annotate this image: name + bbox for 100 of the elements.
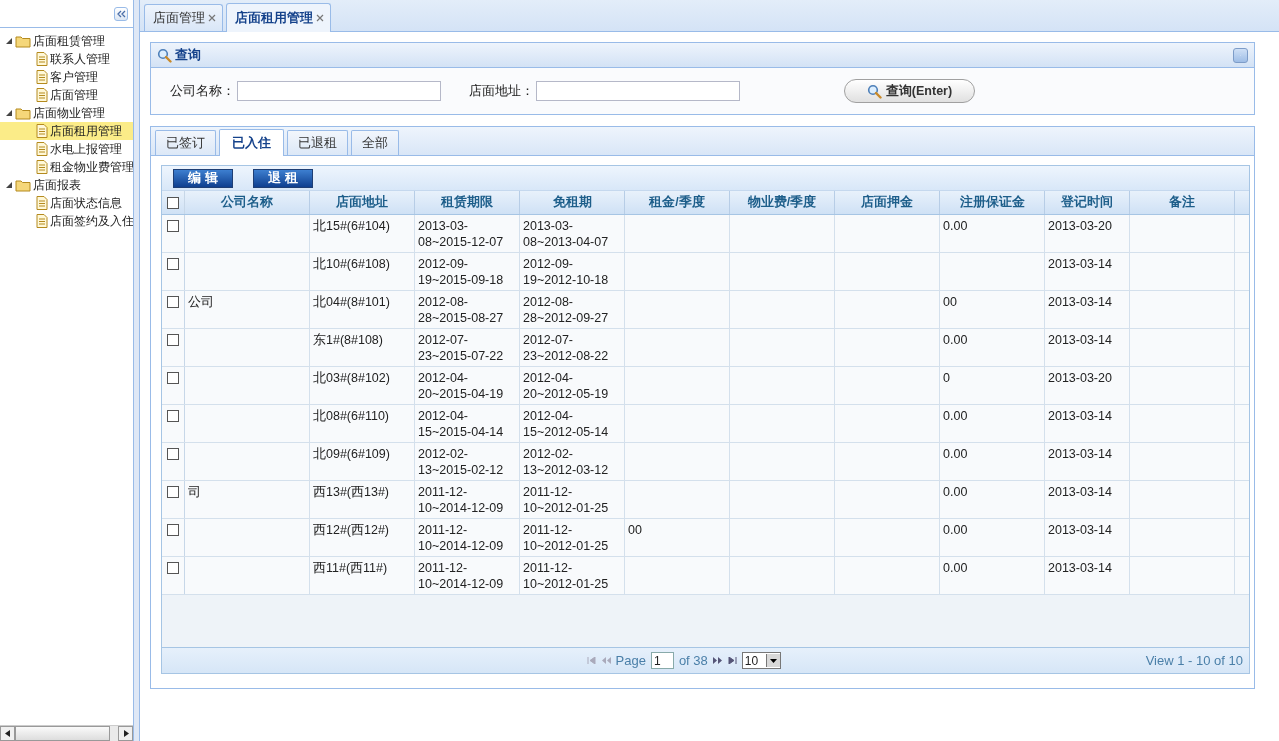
last-page-icon[interactable] [727, 657, 737, 664]
document-icon [36, 196, 48, 210]
table-cell: 2011-12-10~2014-12-09 [415, 519, 520, 556]
panel-title: 查询 [175, 46, 202, 64]
table-cell: 2013-03-08~2013-04-07 [520, 215, 625, 252]
table-cell: 北15#(6#104) [310, 215, 415, 252]
table-cell: 0 [940, 367, 1045, 404]
table-cell: 北09#(6#109) [310, 443, 415, 480]
search-button[interactable]: 查询(Enter) [844, 79, 975, 103]
tree-item[interactable]: 店面状态信息 [0, 194, 133, 212]
table-cell: 2013-03-20 [1045, 215, 1130, 252]
table-cell: 2012-09-19~2012-10-18 [520, 253, 625, 290]
scroll-left-icon[interactable] [4, 730, 11, 737]
status-tab[interactable]: 已签订 [155, 130, 216, 155]
table-cell: 2013-03-20 [1045, 367, 1130, 404]
close-icon[interactable] [208, 14, 216, 22]
page-size-select[interactable]: 10 [741, 652, 782, 669]
search-icon [866, 83, 882, 99]
toolbar-button[interactable]: 退 租 [253, 168, 313, 188]
status-tab[interactable]: 已退租 [287, 130, 348, 155]
table-cell: 00 [625, 519, 730, 556]
table-cell: 0.00 [940, 405, 1045, 442]
table-cell: 0.00 [940, 215, 1045, 252]
table-cell: 2011-12-10~2012-01-25 [520, 481, 625, 518]
table-cell: 2012-04-20~2012-05-19 [520, 367, 625, 404]
table-cell: 2012-09-19~2015-09-18 [415, 253, 520, 290]
table-cell: 2012-04-20~2015-04-19 [415, 367, 520, 404]
table-cell: 2013-03-14 [1045, 519, 1130, 556]
expander-icon[interactable] [5, 181, 13, 189]
column-header[interactable]: 租金/季度 [625, 191, 730, 214]
checkbox[interactable] [167, 448, 179, 460]
input-field[interactable] [237, 81, 441, 101]
checkbox[interactable] [167, 486, 179, 498]
table-cell: 00 [940, 291, 1045, 328]
table-cell: 0.00 [940, 557, 1045, 594]
status-tab[interactable]: 已入住 [219, 129, 284, 156]
column-header[interactable]: 注册保证金 [940, 191, 1045, 214]
tree-item[interactable]: 联系人管理 [0, 50, 133, 68]
column-header[interactable]: 店面押金 [835, 191, 940, 214]
checkbox[interactable] [167, 410, 179, 422]
pager-summary: View 1 - 10 of 10 [1145, 653, 1244, 668]
page-input[interactable]: 1 [650, 652, 674, 669]
field-label: 公司名称： [170, 82, 235, 100]
table-cell: 0.00 [940, 519, 1045, 556]
collapse-button[interactable] [114, 6, 128, 21]
table-cell: 2013-03-08~2015-12-07 [415, 215, 520, 252]
checkbox[interactable] [167, 524, 179, 536]
close-icon[interactable] [316, 14, 324, 22]
table-cell: 2012-04-15~2015-04-14 [415, 405, 520, 442]
page-tab[interactable]: 店面管理 [144, 4, 223, 31]
table-cell: 2012-07-23~2015-07-22 [415, 329, 520, 366]
tree-item[interactable]: 租金物业费管理 [0, 158, 133, 176]
scroll-right-icon[interactable] [122, 730, 129, 737]
checkbox[interactable] [167, 562, 179, 574]
horizontal-scrollbar[interactable] [0, 725, 133, 741]
tree-item[interactable]: 店面管理 [0, 86, 133, 104]
table-cell: 西11#(西11#) [310, 557, 415, 594]
table-cell: 2013-03-14 [1045, 481, 1130, 518]
column-header[interactable]: 公司名称 [185, 191, 310, 214]
page-tab[interactable]: 店面租用管理 [226, 3, 331, 32]
document-icon [36, 124, 48, 138]
folder-icon [15, 178, 31, 192]
table-cell: 北03#(8#102) [310, 367, 415, 404]
tree-item[interactable]: 客户管理 [0, 68, 133, 86]
next-page-icon[interactable] [712, 657, 723, 664]
dropdown-arrow-icon[interactable] [770, 658, 778, 663]
tree-item[interactable]: 店面签约及入住 [0, 212, 133, 230]
table-cell: 2011-12-10~2014-12-09 [415, 481, 520, 518]
input-field[interactable] [536, 81, 740, 101]
tree-folder[interactable]: 店面报表 [33, 176, 81, 194]
column-header[interactable]: 备注 [1130, 191, 1235, 214]
column-header[interactable]: 租赁期限 [415, 191, 520, 214]
checkbox[interactable] [167, 334, 179, 346]
table-cell: 0.00 [940, 329, 1045, 366]
page-label: Page [615, 653, 646, 668]
checkbox[interactable] [167, 296, 179, 308]
table-cell: 北04#(8#101) [310, 291, 415, 328]
expander-icon[interactable] [5, 109, 13, 117]
column-header[interactable]: 物业费/季度 [730, 191, 835, 214]
toolbar-button[interactable]: 编 辑 [173, 168, 233, 188]
tree-item[interactable]: 店面租用管理 [0, 122, 133, 140]
table-cell: 2012-07-23~2012-08-22 [520, 329, 625, 366]
folder-icon [15, 106, 31, 120]
checkbox[interactable] [167, 372, 179, 384]
column-header[interactable]: 免租期 [520, 191, 625, 214]
column-header[interactable]: 登记时间 [1045, 191, 1130, 214]
checkbox[interactable] [167, 220, 179, 232]
tree-folder[interactable]: 店面租赁管理 [33, 32, 105, 50]
status-tab[interactable]: 全部 [351, 130, 399, 155]
column-header[interactable]: 店面地址 [310, 191, 415, 214]
table-cell: 2012-08-28~2012-09-27 [520, 291, 625, 328]
table-cell: 2012-08-28~2015-08-27 [415, 291, 520, 328]
tree-item[interactable]: 水电上报管理 [0, 140, 133, 158]
expander-icon[interactable] [5, 37, 13, 45]
table-cell: 2012-04-15~2012-05-14 [520, 405, 625, 442]
page-total: of 38 [678, 653, 708, 668]
tree-folder[interactable]: 店面物业管理 [33, 104, 105, 122]
document-icon [36, 142, 48, 156]
checkbox[interactable] [167, 196, 179, 209]
checkbox[interactable] [167, 258, 179, 270]
